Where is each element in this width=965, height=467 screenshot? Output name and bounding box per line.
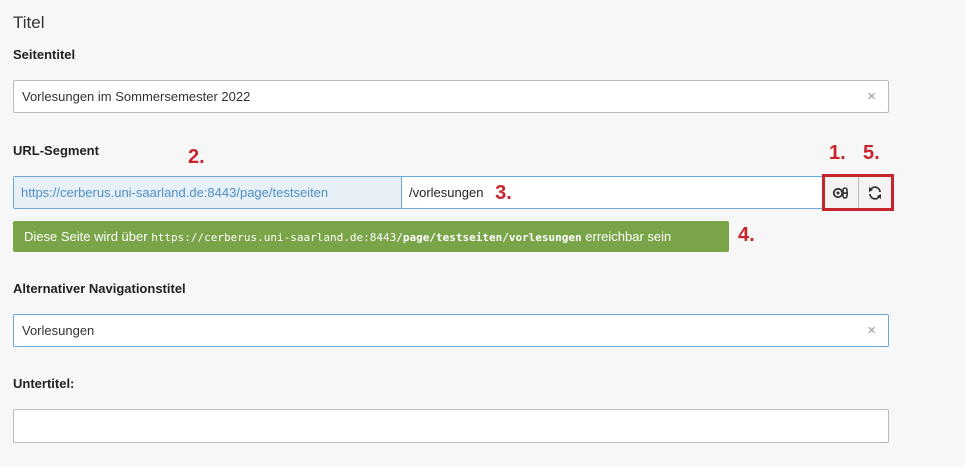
url-segment-label: URL-Segment [13,143,99,158]
recalculate-icon [868,185,881,200]
annotation-marker-5: 5. [863,142,880,164]
toggle-edit-button[interactable] [825,177,858,208]
page-title-label: Seitentitel [13,47,76,62]
page-title-value: Vorlesungen im Sommersemester 2022 [22,89,251,104]
annotation-marker-4: 4. [738,224,755,246]
section-title: Titel [13,13,45,32]
toggle-edit-icon [833,186,849,199]
url-slug-input[interactable]: /vorlesungen 3. [402,177,822,208]
subtitle-input[interactable] [13,409,889,443]
page-title-input[interactable]: Vorlesungen im Sommersemester 2022 × [13,80,889,113]
url-segment-group: https://cerberus.uni-saarland.de:8443/pa… [13,176,823,209]
annotation-marker-2: 2. [188,146,205,168]
notice-url: https://cerberus.uni-saarland.de:8443/pa… [151,231,582,244]
nav-title-input[interactable]: Vorlesungen × [13,314,889,347]
clear-icon[interactable]: × [867,315,876,346]
url-segment-actions [822,174,894,211]
subtitle-label: Untertitel: [13,376,75,391]
nav-title-label: Alternativer Navigationstitel [13,281,186,296]
notice-after-text: erreichbar sein [585,229,672,244]
nav-title-value: Vorlesungen [22,323,95,338]
recalculate-button[interactable] [857,177,891,208]
annotation-marker-1: 1. [829,142,846,164]
notice-before-text: Diese Seite wird über [24,229,148,244]
url-prefix: https://cerberus.uni-saarland.de:8443/pa… [14,177,402,208]
annotation-marker-3: 3. [495,182,512,204]
url-preview-notice: Diese Seite wird über https://cerberus.u… [13,221,729,252]
url-slug-value: /vorlesungen [409,185,484,200]
clear-icon[interactable]: × [867,81,876,112]
